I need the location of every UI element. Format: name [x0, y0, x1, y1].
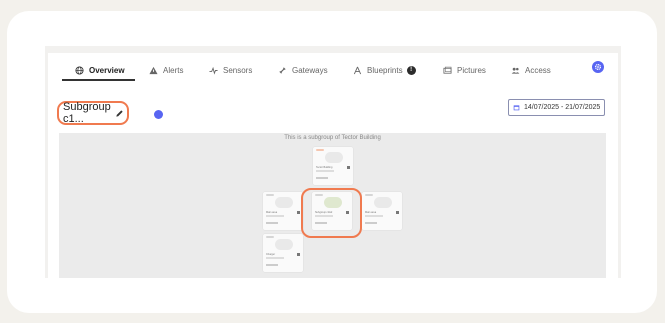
- node-card[interactable]: Tector Building: [313, 147, 353, 185]
- active-tab-indicator: [62, 79, 135, 81]
- page-title-highlight: Subgroup c1...: [57, 101, 129, 125]
- edit-node-icon[interactable]: [347, 166, 350, 169]
- tab-gateways[interactable]: Gateways: [278, 61, 328, 79]
- node-status: [365, 222, 377, 224]
- node-status: [316, 177, 328, 179]
- gear-icon: [594, 63, 602, 71]
- tab-access[interactable]: Access: [511, 61, 551, 79]
- blueprint-icon: [353, 66, 362, 74]
- node-image-placeholder: [275, 197, 293, 208]
- node-status: [266, 222, 278, 224]
- settings-button[interactable]: [592, 61, 604, 73]
- node-tag: [316, 149, 324, 151]
- edit-node-icon[interactable]: [396, 211, 399, 214]
- edit-node-icon[interactable]: [297, 211, 300, 214]
- tab-bar: Overview Alerts Sensors Gateways Bluepri…: [48, 53, 618, 81]
- pulse-icon: [209, 66, 218, 75]
- group-avatar[interactable]: [154, 110, 163, 119]
- edit-title-pencil-icon[interactable]: [115, 109, 124, 118]
- node-card[interactable]: Main area: [263, 192, 303, 230]
- tab-label: Access: [525, 65, 551, 75]
- tab-label: Alerts: [163, 65, 184, 75]
- tab-blueprints[interactable]: Blueprints !: [353, 61, 416, 79]
- canvas-caption: This is a subgroup of Tector Building: [284, 135, 381, 141]
- node-image-placeholder: [325, 152, 343, 163]
- pictures-icon: [443, 66, 452, 74]
- link-icon: [279, 66, 286, 74]
- globe-icon: [75, 65, 84, 75]
- tab-label: Pictures: [457, 65, 486, 75]
- app-content: Overview Alerts Sensors Gateways Bluepri…: [48, 53, 618, 278]
- app-window: Overview Alerts Sensors Gateways Bluepri…: [45, 46, 621, 278]
- warning-icon: [149, 66, 158, 74]
- current-node-highlight: [301, 188, 362, 238]
- tab-sensors[interactable]: Sensors: [209, 61, 252, 79]
- calendar-icon: [513, 105, 520, 111]
- node-status: [266, 264, 278, 266]
- node-subtitle: [266, 257, 284, 259]
- subgroup-canvas[interactable]: This is a subgroup of Tector Building Te…: [59, 133, 606, 278]
- node-tag: [266, 236, 274, 238]
- tab-label: Gateways: [292, 65, 328, 75]
- tab-pictures[interactable]: Pictures: [443, 61, 486, 79]
- tab-overview[interactable]: Overview: [75, 61, 125, 79]
- node-card[interactable]: Main area: [362, 192, 402, 230]
- node-subtitle: [365, 215, 383, 217]
- tab-label: Sensors: [223, 65, 253, 75]
- edit-node-icon[interactable]: [297, 253, 300, 256]
- node-tag: [266, 194, 274, 196]
- tab-label: Overview: [89, 65, 125, 75]
- node-name: Main area: [365, 211, 377, 214]
- node-image-placeholder: [275, 239, 293, 250]
- node-name: Tector Building: [316, 166, 333, 169]
- node-subtitle: [316, 170, 334, 172]
- users-icon: [511, 67, 520, 74]
- node-name: Main area: [266, 211, 278, 214]
- node-name: Charger: [266, 253, 276, 256]
- node-subtitle: [266, 215, 284, 217]
- blueprints-alert-badge: !: [406, 65, 416, 75]
- date-range-text: 14/07/2025 - 21/07/2025: [524, 104, 601, 111]
- date-range-picker[interactable]: 14/07/2025 - 21/07/2025: [508, 99, 605, 116]
- node-image-placeholder: [374, 197, 392, 208]
- tab-alerts[interactable]: Alerts: [149, 61, 183, 79]
- tab-label: Blueprints: [367, 65, 403, 75]
- node-card[interactable]: Charger: [263, 234, 303, 272]
- node-tag: [365, 194, 373, 196]
